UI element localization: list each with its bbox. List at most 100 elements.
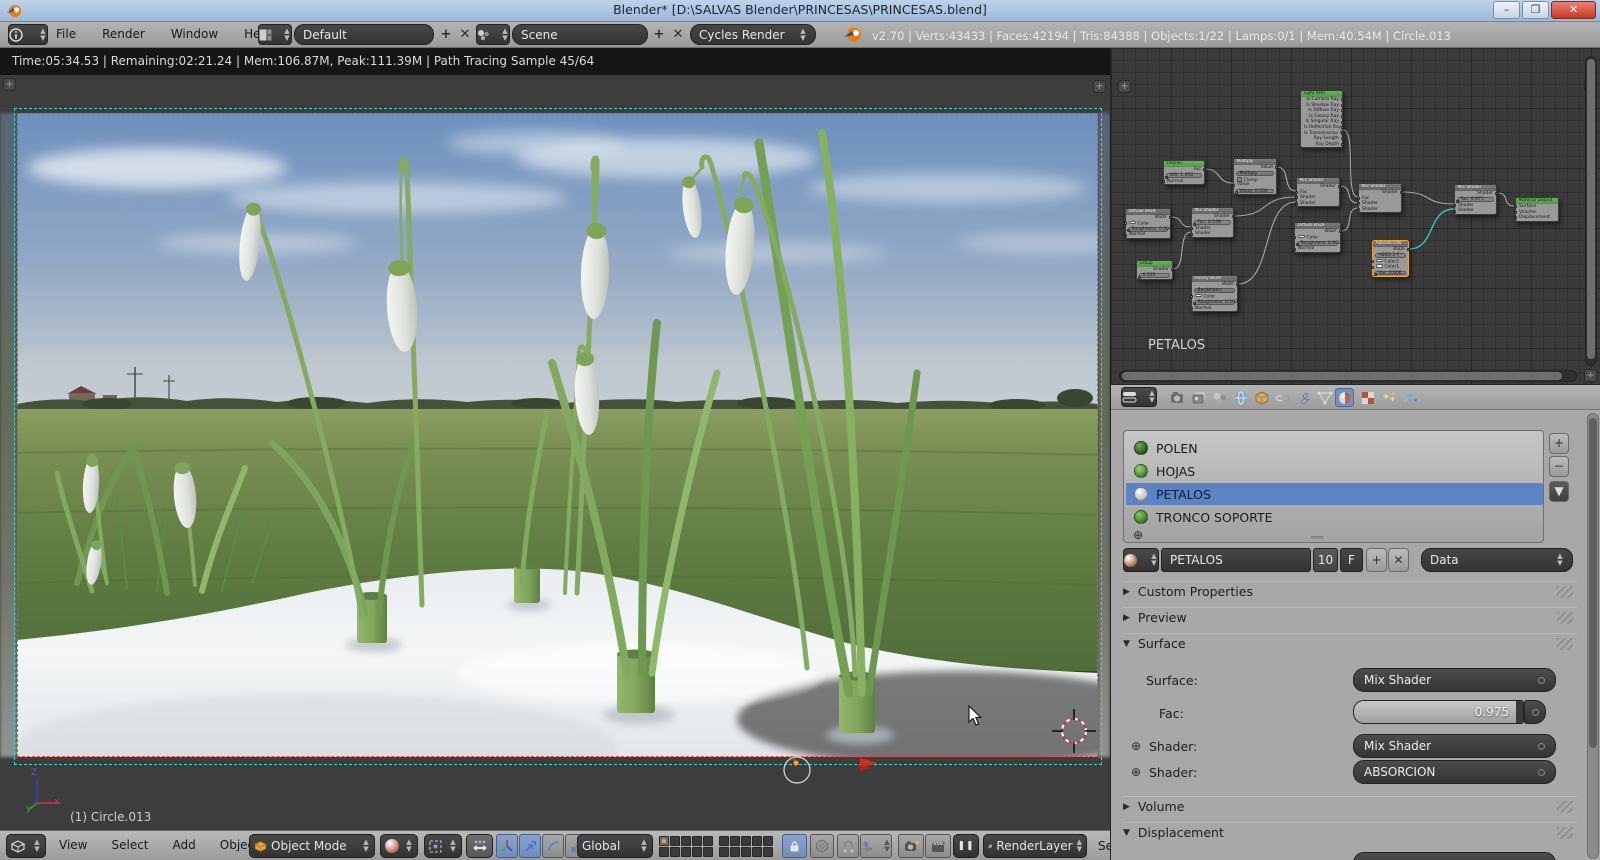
shader-node-absorcion[interactable]: ABSORCION BSDF ABSO 2 F Color2 Color1 Var: 0.… bbox=[1371, 240, 1410, 278]
editor-type-selector[interactable]: ▲ ▼ bbox=[6, 834, 46, 858]
tab-texture-icon[interactable] bbox=[1358, 388, 1377, 407]
tab-physics-icon[interactable] bbox=[1400, 388, 1419, 407]
add-slot-icon[interactable]: ⊕ bbox=[1133, 528, 1143, 542]
menu-item[interactable]: View bbox=[55, 838, 91, 852]
tab-constraints-icon[interactable] bbox=[1273, 388, 1292, 407]
slot-specials-button[interactable]: ▼ bbox=[1549, 481, 1569, 502]
remove-material-slot-button[interactable]: − bbox=[1549, 456, 1569, 477]
snap-element-select[interactable]: ▲ ▼ bbox=[860, 834, 892, 858]
tab-particles-icon[interactable] bbox=[1379, 388, 1398, 407]
node-row[interactable]: Roughness: 0.000 bbox=[1296, 240, 1341, 247]
translate-manipulator-toggle[interactable] bbox=[519, 834, 541, 858]
panel-grip[interactable] bbox=[1557, 800, 1573, 813]
shader-node-light-path[interactable]: Light Path Is Camera Ray Is Shadow Ray Is D… bbox=[1300, 90, 1344, 149]
fac-extra-button[interactable] bbox=[1524, 700, 1546, 724]
layers-widget-group1[interactable] bbox=[659, 836, 713, 857]
panel-volume[interactable]: ▶ Volume bbox=[1123, 796, 1577, 816]
material-source-select[interactable]: Data ▲ ▼ bbox=[1421, 548, 1573, 572]
tab-render-layers-icon[interactable] bbox=[1189, 388, 1208, 407]
shader-node-material-output[interactable]: Material Output Surface Volume Displacement bbox=[1514, 197, 1559, 222]
node-row[interactable]: Value: 0.500 bbox=[1235, 188, 1274, 194]
tab-material-icon[interactable] bbox=[1335, 388, 1354, 407]
title-bar[interactable]: Blender* [D:\SALVAS Blender\PRINCESAS\PR… bbox=[0, 0, 1600, 22]
opengl-render-button[interactable] bbox=[898, 834, 924, 858]
manipulator-axes-toggle[interactable] bbox=[496, 834, 518, 858]
tab-object-icon[interactable] bbox=[1252, 388, 1271, 407]
tab-scene-icon[interactable] bbox=[1210, 388, 1229, 407]
expand-icon[interactable]: ⊕ bbox=[1131, 765, 1141, 779]
node-row[interactable]: 0.205 bbox=[1138, 273, 1170, 279]
add-scene-button[interactable]: + bbox=[650, 26, 668, 44]
menu-item[interactable]: File bbox=[52, 27, 80, 41]
delete-scene-button[interactable]: ✕ bbox=[669, 26, 687, 44]
node-row[interactable]: Fac: 0.148 bbox=[1193, 220, 1231, 226]
viewport-3d[interactable]: + + Z y x (1) Circle.013 bbox=[0, 75, 1110, 830]
screen-layout-field[interactable]: Default bbox=[294, 24, 434, 45]
opengl-render-anim-button[interactable] bbox=[925, 834, 951, 858]
shader-node-mix-shader[interactable]: Mix Shader Shader Fac Shader Shader bbox=[1357, 183, 1403, 214]
region-expand-icon[interactable]: + bbox=[1584, 369, 1597, 382]
minimize-button[interactable]: – bbox=[1493, 1, 1520, 19]
node-row[interactable]: Fac: 0.975 bbox=[1456, 197, 1494, 203]
transform-orientation-select[interactable]: Global ▲ ▼ bbox=[577, 834, 653, 858]
node-row[interactable]: ABSO 2 F bbox=[1375, 253, 1406, 259]
shader1-select[interactable]: Mix Shader bbox=[1353, 734, 1556, 758]
shader-node-mix-shader[interactable]: Mix Shader Shader Fac: 0.975 Shader Shader bbox=[1453, 184, 1498, 215]
scene-field[interactable]: Scene bbox=[512, 24, 648, 45]
new-material-button[interactable]: + bbox=[1366, 548, 1387, 572]
displacement-partial-widget[interactable] bbox=[1353, 852, 1556, 860]
node-row[interactable]: Var: 0.000 bbox=[1374, 270, 1406, 276]
surface-shader-select[interactable]: Mix Shader bbox=[1353, 668, 1556, 692]
shader-node-fresnel[interactable]: Fresnel Fac IOR: 1.450 Normal bbox=[1162, 160, 1206, 186]
node-editor[interactable]: + + Diffuse BSDFBSDFColorRoughness: 0.00… bbox=[1110, 48, 1600, 385]
maximize-button[interactable]: ❐ bbox=[1522, 1, 1549, 19]
material-slot-row[interactable]: TRONCO SOPORTE bbox=[1126, 506, 1543, 528]
rotate-manipulator-toggle[interactable] bbox=[542, 834, 564, 858]
screen-layout-icon-button[interactable]: ▲ ▼ bbox=[258, 24, 292, 45]
manipulator-toggle[interactable] bbox=[466, 834, 493, 858]
expand-icon[interactable]: ⊕ bbox=[1131, 739, 1141, 753]
panel-grip[interactable] bbox=[1557, 585, 1573, 598]
node-row[interactable]: Multiply bbox=[1236, 171, 1274, 177]
pause-render-button[interactable]: ❚❚ bbox=[953, 834, 979, 858]
panel-grip[interactable] bbox=[1557, 826, 1573, 839]
material-users-count[interactable]: 10 bbox=[1313, 548, 1338, 572]
node-row[interactable]: Beckmann bbox=[1194, 288, 1235, 294]
mode-select[interactable]: Object Mode ▲ ▼ bbox=[249, 834, 375, 858]
shader-node-glossy-bsdf[interactable]: Glossy BSDF BSDF Beckmann Color Roughness: 0… bbox=[1190, 275, 1239, 313]
layers-widget-group2[interactable] bbox=[719, 836, 773, 857]
material-slot-row[interactable]: HOJAS bbox=[1126, 460, 1543, 482]
panel-preview[interactable]: ▶ Preview bbox=[1123, 607, 1577, 627]
tab-render-icon[interactable] bbox=[1168, 388, 1187, 407]
shader-node-mix-shader[interactable]: Mix Shader Shader Fac Shader Shader bbox=[1295, 177, 1341, 208]
material-slot-row[interactable]: POLEN bbox=[1126, 437, 1543, 459]
material-name-field[interactable]: PETALOS bbox=[1161, 548, 1311, 572]
close-button[interactable]: ✕ bbox=[1551, 1, 1596, 19]
panel-grip[interactable] bbox=[1557, 637, 1573, 650]
browse-material-button[interactable]: ▲ ▼ bbox=[1123, 548, 1159, 572]
shader2-select[interactable]: ABSORCION bbox=[1353, 760, 1556, 784]
menu-item[interactable]: Add bbox=[169, 838, 200, 852]
tab-world-icon[interactable] bbox=[1231, 388, 1250, 407]
shader-node-mix-shader[interactable]: Mix Shader Shader Fac: 0.148 Shader Shader bbox=[1190, 207, 1235, 238]
viewport-shading-select[interactable]: ▲ ▼ bbox=[380, 834, 418, 858]
panel-grip[interactable] bbox=[1557, 611, 1573, 624]
unlink-material-button[interactable]: ✕ bbox=[1388, 548, 1409, 572]
menu-item[interactable]: Select bbox=[107, 838, 152, 852]
tab-modifiers-icon[interactable] bbox=[1294, 388, 1313, 407]
panel-surface[interactable]: ▼ Surface bbox=[1123, 633, 1577, 653]
shader-node-diffuse-bsdf[interactable]: Diffuse BSDF BSDF Color Roughness: 0.000 Nor… bbox=[1293, 222, 1342, 253]
pivot-point-select[interactable]: ▲ ▼ bbox=[424, 834, 462, 858]
region-expand-icon[interactable]: + bbox=[3, 78, 16, 91]
node-row[interactable]: Roughness: 0.000 bbox=[1127, 226, 1172, 233]
node-row[interactable]: Roughness: 0.100 bbox=[1193, 300, 1238, 306]
region-expand-icon[interactable]: + bbox=[1093, 80, 1106, 93]
shader-node-group[interactable]: Group Shader 0.205 bbox=[1136, 260, 1174, 280]
shader-node-diffuse-bsdf[interactable]: Diffuse BSDF BSDF Color Roughness: 0.000 Nor… bbox=[1124, 208, 1172, 239]
tab-object-data-icon[interactable] bbox=[1315, 388, 1334, 407]
scene-icon-button[interactable]: ▲ ▼ bbox=[476, 24, 510, 45]
editor-type-selector[interactable]: ▲ ▼ bbox=[8, 24, 48, 45]
proportional-edit-toggle[interactable] bbox=[810, 834, 834, 858]
lock-to-scene-toggle[interactable] bbox=[782, 834, 807, 858]
render-layer-select[interactable]: RenderLayer ▲ ▼ bbox=[983, 834, 1087, 858]
